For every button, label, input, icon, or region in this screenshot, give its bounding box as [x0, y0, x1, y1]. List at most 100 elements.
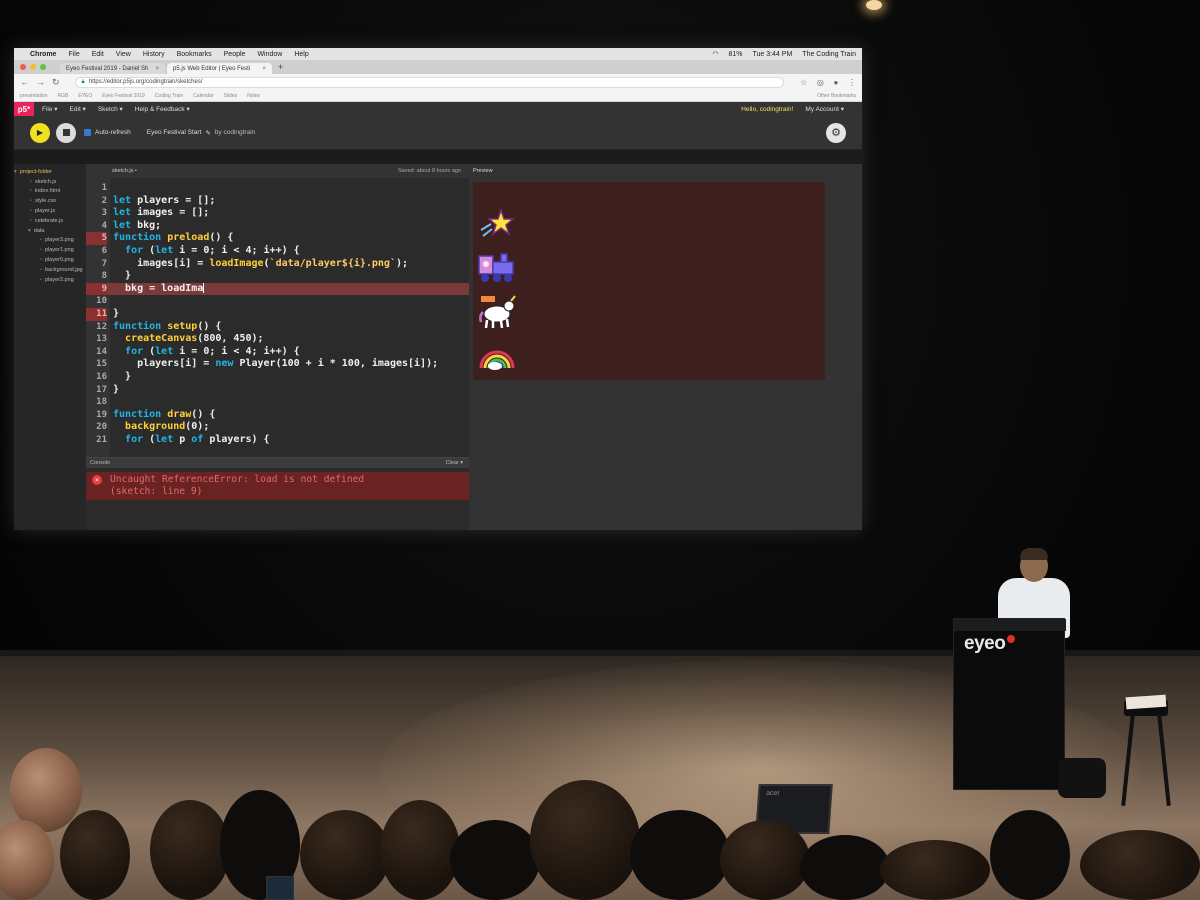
audience-head	[1080, 830, 1200, 900]
browser-tab-eyeo[interactable]: Eyeo Festival 2019 - Daniel Sh ×	[60, 63, 165, 74]
sidebar-data-folder[interactable]: ▾ data	[14, 226, 86, 236]
sidebar-file[interactable]: ▫ player1.png	[14, 245, 86, 255]
code-line[interactable]: 1	[86, 182, 469, 195]
lock-icon: 🔒︎	[81, 78, 85, 85]
menubar-item-view[interactable]: View	[116, 51, 131, 58]
sketch-name[interactable]: Eyeo Festival Start	[147, 129, 202, 136]
bookmark-item[interactable]: Eyeo Festival 2019	[102, 93, 145, 99]
sidebar-file[interactable]: ▫ player3.png	[14, 236, 86, 246]
p5-menu-sketch[interactable]: Sketch ▾	[98, 105, 123, 113]
browser-tab-p5-editor[interactable]: p5.js Web Editor | Eyeo Festi ×	[167, 63, 272, 74]
sidebar-file[interactable]: ▫ style.css	[14, 196, 86, 206]
extension-icon[interactable]: ◎	[817, 78, 824, 87]
forward-arrow-icon[interactable]: →	[36, 77, 45, 87]
code-text-area[interactable]: 1 2 let players = []; 3 let images = []; 4 let…	[86, 178, 469, 457]
menubar-item-bookmarks[interactable]: Bookmarks	[177, 51, 212, 58]
sidebar-file[interactable]: ▫ player0.png	[14, 255, 86, 265]
code-line[interactable]: 21 for (let p of players) {	[86, 434, 469, 447]
bookmark-item[interactable]: Notes	[247, 93, 260, 99]
code-line[interactable]: 2 let players = [];	[86, 195, 469, 208]
menubar-item-people[interactable]: People	[224, 51, 246, 58]
code-line[interactable]: 6 for (let i = 0; i < 4; i++) {	[86, 245, 469, 258]
code-line[interactable]: 14 for (let i = 0; i < 4; i++) {	[86, 346, 469, 359]
code-line[interactable]: 3 let images = [];	[86, 207, 469, 220]
sketch-canvas[interactable]	[473, 182, 825, 380]
url-input[interactable]: 🔒︎ https://editor.p5js.org/codingtrain/s…	[74, 76, 784, 88]
audience-head	[450, 820, 540, 900]
p5-logo[interactable]: p5*	[14, 102, 34, 116]
settings-button[interactable]: ⚙	[826, 122, 846, 143]
bookmark-item[interactable]: Slides	[223, 93, 237, 99]
reload-icon[interactable]: ↻	[52, 77, 60, 88]
menubar-clock[interactable]: Tue 3:44 PM	[752, 51, 792, 58]
editor-file-tab[interactable]: sketch.js	[112, 168, 133, 174]
sidebar-root-folder[interactable]: ▾ project-folder	[14, 167, 86, 177]
sidebar-file[interactable]: ▫ index.html	[14, 187, 86, 197]
code-line[interactable]: 8 }	[86, 270, 469, 283]
menubar-app-name[interactable]: Chrome	[30, 51, 56, 58]
sidebar-file[interactable]: ▫ celebrate.js	[14, 216, 86, 226]
code-line[interactable]: 11}	[86, 308, 469, 321]
code-line[interactable]: 5 function preload() {	[86, 232, 469, 245]
menubar-item-file[interactable]: File	[68, 51, 79, 58]
play-button[interactable]: ▶	[30, 122, 50, 143]
audience-head	[630, 810, 730, 900]
sidebar-file[interactable]: ▫ background.jpg	[14, 265, 86, 275]
line-number: 10	[96, 296, 107, 307]
error-line: Uncaught ReferenceError: load is not def…	[110, 474, 365, 485]
train-sprite	[478, 253, 514, 282]
stop-button[interactable]	[56, 122, 76, 143]
code-line[interactable]: 19 function draw() {	[86, 409, 469, 422]
p5-menu-help[interactable]: Help & Feedback ▾	[135, 105, 190, 113]
profile-icon[interactable]: ●	[833, 78, 838, 87]
code-line[interactable]: 7 images[i] = loadImage(`data/player${i}…	[86, 258, 469, 271]
new-tab-icon[interactable]: +	[278, 62, 283, 74]
code-line[interactable]: 16 }	[86, 371, 469, 384]
my-account-menu[interactable]: My Account ▾	[805, 105, 844, 113]
tab-close-icon[interactable]: ×	[155, 66, 159, 72]
wifi-icon[interactable]: ◠	[712, 50, 718, 58]
code-line[interactable]: 15 players[i] = new Player(100 + i * 100…	[86, 358, 469, 371]
menubar-item-history[interactable]: History	[143, 51, 165, 58]
sidebar-file[interactable]: ▫ sketch.js	[14, 177, 86, 187]
code-text: function draw() {	[113, 408, 216, 420]
file-icon: ▫	[30, 208, 32, 215]
console-clear-button[interactable]: Clear ▾	[446, 460, 463, 466]
file-icon: ▫	[40, 237, 42, 244]
sidebar-file[interactable]: ▫ player.js	[14, 206, 86, 216]
code-line[interactable]: 4 let bkg;	[86, 220, 469, 233]
p5-menu-edit[interactable]: Edit ▾	[70, 105, 86, 113]
bookmark-item[interactable]: presentation	[20, 93, 48, 99]
close-window-icon[interactable]	[20, 64, 26, 70]
tab-close-icon[interactable]: ×	[262, 66, 266, 72]
bookmark-item[interactable]: Coding Train	[155, 93, 183, 99]
code-line[interactable]: 10	[86, 295, 469, 308]
other-bookmarks[interactable]: Other Bookmarks	[817, 93, 856, 99]
menubar-user[interactable]: The Coding Train	[802, 51, 856, 58]
menubar-item-edit[interactable]: Edit	[92, 51, 104, 58]
code-line[interactable]: 20 background(0);	[86, 421, 469, 434]
p5-menu-file[interactable]: File ▾	[42, 105, 58, 113]
battery-level[interactable]: 81%	[728, 51, 742, 58]
menu-dots-icon[interactable]: ⋮	[848, 78, 856, 87]
code-line[interactable]: 18	[86, 396, 469, 409]
code-line[interactable]: 17}	[86, 384, 469, 397]
bookmark-item[interactable]: Calendar	[193, 93, 213, 99]
menubar-item-help[interactable]: Help	[294, 51, 308, 58]
url-text: https://editor.p5js.org/codingtrain/sket…	[88, 79, 203, 85]
line-number: 7	[101, 258, 107, 269]
back-arrow-icon[interactable]: ←	[20, 77, 29, 87]
bookmark-item[interactable]: RGB	[58, 93, 69, 99]
code-line[interactable]: 9 bkg = loadIma	[86, 282, 469, 296]
menubar-item-window[interactable]: Window	[257, 51, 282, 58]
minimize-window-icon[interactable]	[30, 64, 36, 70]
code-line[interactable]: 12 function setup() {	[86, 321, 469, 334]
bookmark-star-icon[interactable]: ☆	[800, 78, 807, 87]
bookmark-item[interactable]: EYEO	[78, 93, 92, 99]
auto-refresh-checkbox[interactable]	[84, 129, 91, 136]
sidebar-file[interactable]: ▫ player2.png	[14, 275, 86, 285]
code-line[interactable]: 13 createCanvas(800, 450);	[86, 333, 469, 346]
code-text: for (let i = 0; i < 4; i++) {	[125, 345, 300, 357]
maximize-window-icon[interactable]	[40, 64, 46, 70]
edit-name-icon[interactable]: ✎	[205, 129, 210, 137]
